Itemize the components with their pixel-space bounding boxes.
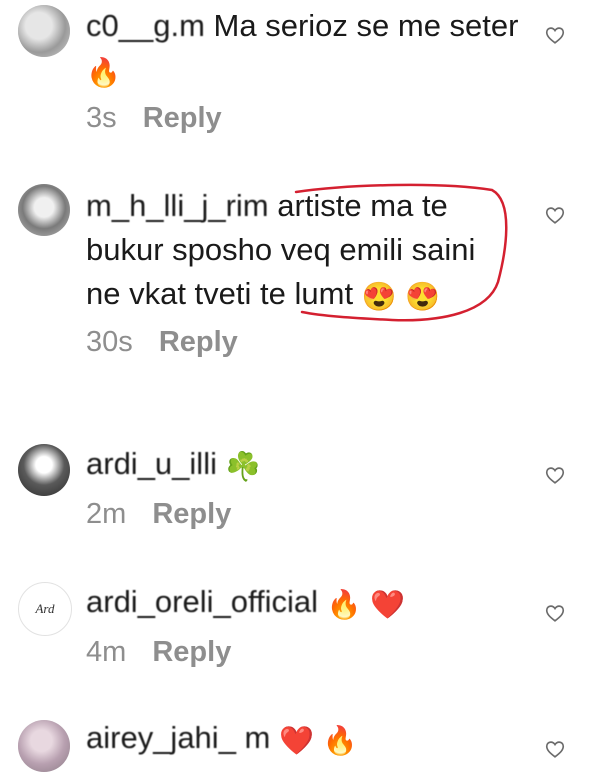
comment-message: Ma serioz se me seter bbox=[213, 8, 519, 43]
comment-timestamp: 30s bbox=[86, 326, 133, 358]
heart-outline-icon[interactable] bbox=[544, 602, 566, 624]
heart-outline-icon[interactable] bbox=[544, 204, 566, 226]
comment-meta: 3s Reply bbox=[86, 98, 526, 138]
comment-timestamp: 2m bbox=[86, 498, 127, 530]
comment-text: ardi_u_illi ☘️ bbox=[86, 442, 526, 486]
comment-text: c0__g.m Ma serioz se me seter 🔥 bbox=[86, 4, 526, 92]
fire-emoji: 🔥 bbox=[326, 589, 362, 620]
reply-button[interactable]: Reply bbox=[152, 494, 231, 534]
heart-outline-icon[interactable] bbox=[544, 464, 566, 486]
avatar[interactable] bbox=[18, 720, 70, 772]
fire-emoji: 🔥 bbox=[322, 725, 358, 756]
red-heart-emoji: ❤️ bbox=[279, 725, 314, 756]
avatar-logo-text: Ard bbox=[35, 601, 55, 616]
comment-timestamp: 3s bbox=[86, 102, 117, 134]
reply-button[interactable]: Reply bbox=[159, 322, 238, 362]
comment-username[interactable]: airey_jahi_ m bbox=[86, 716, 270, 760]
heart-eyes-emoji: 😍 bbox=[405, 281, 441, 312]
comment-username[interactable]: c0__g.m bbox=[86, 4, 205, 48]
comment-text: ardi_oreli_official 🔥 ❤️ bbox=[86, 580, 526, 624]
avatar[interactable] bbox=[18, 184, 70, 236]
comment-meta: 4m Reply bbox=[86, 632, 526, 672]
avatar[interactable] bbox=[18, 5, 70, 57]
avatar[interactable] bbox=[18, 444, 70, 496]
avatar[interactable]: Ard bbox=[18, 582, 72, 636]
shamrock-emoji: ☘️ bbox=[225, 451, 261, 482]
heart-outline-icon[interactable] bbox=[544, 24, 566, 46]
fire-emoji: 🔥 bbox=[86, 57, 121, 88]
comment-meta: 2m Reply bbox=[86, 494, 526, 534]
red-heart-emoji: ❤️ bbox=[370, 589, 406, 620]
comment-username[interactable]: ardi_u_illi bbox=[86, 442, 217, 486]
comment-username[interactable]: ardi_oreli_official bbox=[86, 580, 318, 624]
comment-meta: 30s Reply bbox=[86, 322, 506, 362]
heart-eyes-emoji: 😍 bbox=[361, 281, 397, 312]
comment-text: airey_jahi_ m ❤️ 🔥 bbox=[86, 716, 526, 760]
reply-button[interactable]: Reply bbox=[152, 632, 231, 672]
reply-button[interactable]: Reply bbox=[143, 98, 222, 138]
comment-timestamp: 4m bbox=[86, 636, 127, 668]
comment-username[interactable]: m_h_lli_j_rim bbox=[86, 184, 269, 228]
heart-outline-icon[interactable] bbox=[544, 738, 566, 760]
comment-text: m_h_lli_j_rim artiste ma te bukur sposho… bbox=[86, 184, 506, 316]
